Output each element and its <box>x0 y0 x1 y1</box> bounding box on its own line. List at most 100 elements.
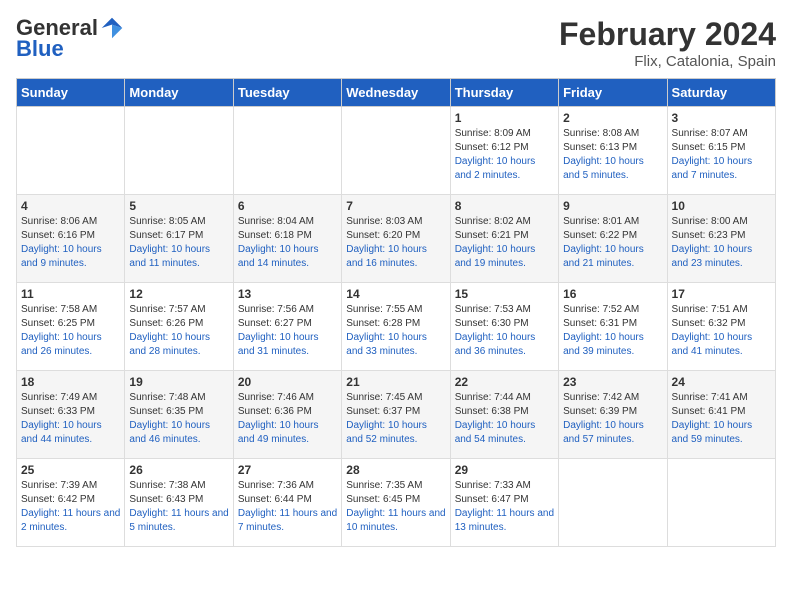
day-info: Sunrise: 7:39 AMSunset: 6:42 PMDaylight:… <box>21 479 120 535</box>
day-cell: 28Sunrise: 7:35 AMSunset: 6:45 PMDayligh… <box>342 459 450 547</box>
day-info: Sunrise: 7:38 AMSunset: 6:43 PMDaylight:… <box>129 479 228 535</box>
day-cell: 21 Sunrise: 7:45 AMSunset: 6:37 PMDayligh… <box>342 371 450 459</box>
day-number: 14 <box>346 287 445 301</box>
day-cell: 22 Sunrise: 7:44 AMSunset: 6:38 PMDayligh… <box>450 371 558 459</box>
day-info: Sunrise: 7:57 AMSunset: 6:26 PMDaylight:… <box>129 303 228 359</box>
day-cell <box>667 459 775 547</box>
day-cell: 19Sunrise: 7:48 AMSunset: 6:35 PMDayligh… <box>125 371 233 459</box>
day-cell: 25 Sunrise: 7:39 AMSunset: 6:42 PMDayligh… <box>17 459 125 547</box>
day-cell <box>342 107 450 195</box>
logo-icon <box>100 16 124 40</box>
day-cell: 16 Sunrise: 7:52 AMSunset: 6:31 PMDayligh… <box>559 283 667 371</box>
day-cell: 13 Sunrise: 7:56 AMSunset: 6:27 PMDayligh… <box>233 283 341 371</box>
day-cell: 12 Sunrise: 7:57 AMSunset: 6:26 PMDayligh… <box>125 283 233 371</box>
day-cell: 29Sunrise: 7:33 AMSunset: 6:47 PMDayligh… <box>450 459 558 547</box>
subtitle: Flix, Catalonia, Spain <box>559 53 776 70</box>
day-number: 19 <box>129 375 228 389</box>
weekday-header-monday: Monday <box>125 79 233 107</box>
day-info: Sunrise: 7:52 AMSunset: 6:31 PMDaylight:… <box>563 303 662 359</box>
day-info: Sunrise: 7:44 AMSunset: 6:38 PMDaylight:… <box>455 391 554 447</box>
day-number: 13 <box>238 287 337 301</box>
day-info: Sunrise: 8:02 AMSunset: 6:21 PMDaylight:… <box>455 215 554 271</box>
day-cell: 2 Sunrise: 8:08 AMSunset: 6:13 PMDaylight… <box>559 107 667 195</box>
weekday-header-wednesday: Wednesday <box>342 79 450 107</box>
day-cell: 15 Sunrise: 7:53 AMSunset: 6:30 PMDayligh… <box>450 283 558 371</box>
page-header: General Blue February 2024 Flix, Catalon… <box>16 16 776 70</box>
day-info: Sunrise: 7:58 AMSunset: 6:25 PMDaylight:… <box>21 303 120 359</box>
day-info: Sunrise: 7:45 AMSunset: 6:37 PMDaylight:… <box>346 391 445 447</box>
weekday-header-sunday: Sunday <box>17 79 125 107</box>
week-row-2: 4 Sunrise: 8:06 AMSunset: 6:16 PMDaylight… <box>17 195 776 283</box>
day-info: Sunrise: 7:53 AMSunset: 6:30 PMDaylight:… <box>455 303 554 359</box>
day-number: 24 <box>672 375 771 389</box>
day-number: 3 <box>672 111 771 125</box>
day-cell: 5 Sunrise: 8:05 AMSunset: 6:17 PMDaylight… <box>125 195 233 283</box>
day-cell: 1 Sunrise: 8:09 AMSunset: 6:12 PMDaylight… <box>450 107 558 195</box>
day-info: Sunrise: 7:46 AMSunset: 6:36 PMDaylight:… <box>238 391 337 447</box>
week-row-3: 11 Sunrise: 7:58 AMSunset: 6:25 PMDayligh… <box>17 283 776 371</box>
day-info: Sunrise: 8:00 AMSunset: 6:23 PMDaylight:… <box>672 215 771 271</box>
day-number: 1 <box>455 111 554 125</box>
day-cell: 6Sunrise: 8:04 AMSunset: 6:18 PMDaylight… <box>233 195 341 283</box>
day-info: Sunrise: 7:42 AMSunset: 6:39 PMDaylight:… <box>563 391 662 447</box>
day-cell: 3 Sunrise: 8:07 AMSunset: 6:15 PMDaylight… <box>667 107 775 195</box>
day-cell <box>233 107 341 195</box>
day-info: Sunrise: 7:55 AMSunset: 6:28 PMDaylight:… <box>346 303 445 359</box>
day-info: Sunrise: 8:08 AMSunset: 6:13 PMDaylight:… <box>563 127 662 183</box>
weekday-header-friday: Friday <box>559 79 667 107</box>
day-number: 18 <box>21 375 120 389</box>
logo: General Blue <box>16 16 124 62</box>
day-info: Sunrise: 8:07 AMSunset: 6:15 PMDaylight:… <box>672 127 771 183</box>
weekday-header-saturday: Saturday <box>667 79 775 107</box>
day-number: 6 <box>238 199 337 213</box>
day-cell: 8 Sunrise: 8:02 AMSunset: 6:21 PMDaylight… <box>450 195 558 283</box>
day-cell: 11 Sunrise: 7:58 AMSunset: 6:25 PMDayligh… <box>17 283 125 371</box>
day-cell: 17Sunrise: 7:51 AMSunset: 6:32 PMDayligh… <box>667 283 775 371</box>
day-cell: 23 Sunrise: 7:42 AMSunset: 6:39 PMDayligh… <box>559 371 667 459</box>
day-number: 25 <box>21 463 120 477</box>
week-row-1: 1 Sunrise: 8:09 AMSunset: 6:12 PMDaylight… <box>17 107 776 195</box>
day-info: Sunrise: 8:06 AMSunset: 6:16 PMDaylight:… <box>21 215 120 271</box>
day-number: 8 <box>455 199 554 213</box>
day-number: 12 <box>129 287 228 301</box>
day-cell: 18 Sunrise: 7:49 AMSunset: 6:33 PMDayligh… <box>17 371 125 459</box>
day-info: Sunrise: 7:51 AMSunset: 6:32 PMDaylight:… <box>672 303 771 359</box>
day-info: Sunrise: 7:56 AMSunset: 6:27 PMDaylight:… <box>238 303 337 359</box>
day-cell <box>17 107 125 195</box>
day-cell: 9Sunrise: 8:01 AMSunset: 6:22 PMDaylight… <box>559 195 667 283</box>
weekday-header-row: SundayMondayTuesdayWednesdayThursdayFrid… <box>17 79 776 107</box>
title-block: February 2024 Flix, Catalonia, Spain <box>559 16 776 70</box>
day-number: 16 <box>563 287 662 301</box>
day-cell <box>125 107 233 195</box>
day-number: 7 <box>346 199 445 213</box>
day-number: 27 <box>238 463 337 477</box>
day-number: 15 <box>455 287 554 301</box>
day-cell: 14 Sunrise: 7:55 AMSunset: 6:28 PMDayligh… <box>342 283 450 371</box>
day-number: 23 <box>563 375 662 389</box>
day-info: Sunrise: 8:05 AMSunset: 6:17 PMDaylight:… <box>129 215 228 271</box>
day-number: 11 <box>21 287 120 301</box>
day-cell: 10Sunrise: 8:00 AMSunset: 6:23 PMDayligh… <box>667 195 775 283</box>
day-number: 20 <box>238 375 337 389</box>
day-number: 22 <box>455 375 554 389</box>
day-number: 9 <box>563 199 662 213</box>
calendar-table: SundayMondayTuesdayWednesdayThursdayFrid… <box>16 78 776 547</box>
week-row-5: 25 Sunrise: 7:39 AMSunset: 6:42 PMDayligh… <box>17 459 776 547</box>
day-cell: 4 Sunrise: 8:06 AMSunset: 6:16 PMDaylight… <box>17 195 125 283</box>
day-info: Sunrise: 7:49 AMSunset: 6:33 PMDaylight:… <box>21 391 120 447</box>
weekday-header-thursday: Thursday <box>450 79 558 107</box>
day-number: 2 <box>563 111 662 125</box>
day-info: Sunrise: 7:35 AMSunset: 6:45 PMDaylight:… <box>346 479 445 535</box>
day-number: 29 <box>455 463 554 477</box>
day-cell: 7 Sunrise: 8:03 AMSunset: 6:20 PMDaylight… <box>342 195 450 283</box>
day-info: Sunrise: 7:36 AMSunset: 6:44 PMDaylight:… <box>238 479 337 535</box>
day-info: Sunrise: 8:03 AMSunset: 6:20 PMDaylight:… <box>346 215 445 271</box>
day-info: Sunrise: 8:09 AMSunset: 6:12 PMDaylight:… <box>455 127 554 183</box>
day-number: 4 <box>21 199 120 213</box>
weekday-header-tuesday: Tuesday <box>233 79 341 107</box>
day-cell: 24 Sunrise: 7:41 AMSunset: 6:41 PMDayligh… <box>667 371 775 459</box>
day-cell: 26Sunrise: 7:38 AMSunset: 6:43 PMDayligh… <box>125 459 233 547</box>
day-number: 5 <box>129 199 228 213</box>
day-number: 21 <box>346 375 445 389</box>
day-info: Sunrise: 7:41 AMSunset: 6:41 PMDaylight:… <box>672 391 771 447</box>
